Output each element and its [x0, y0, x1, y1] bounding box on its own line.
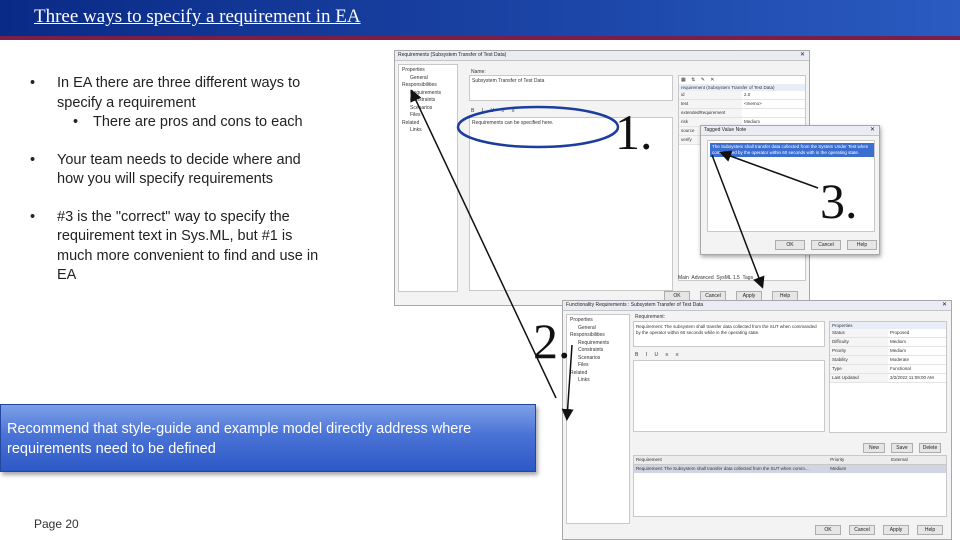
prop-row[interactable]: Difficulty Medium	[830, 338, 946, 347]
element-tree: Properties General Responsibilities Requ…	[566, 314, 630, 524]
new-button[interactable]: New	[863, 443, 885, 453]
tree-item-properties[interactable]: Properties	[570, 317, 626, 325]
requirements-table: Requirement Priority External Requiremen…	[633, 455, 947, 517]
prop-row[interactable]: Priority Medium	[830, 347, 946, 356]
tree-item-constraints[interactable]: Constraints	[570, 347, 626, 355]
tree-item-general[interactable]: General	[570, 325, 626, 333]
name-field[interactable]: Subsystem Transfer of Test Data	[469, 75, 673, 101]
props-header: Properties	[830, 322, 946, 329]
prop-row[interactable]: id 2.0	[679, 91, 805, 100]
cancel-button[interactable]: Cancel	[849, 525, 875, 535]
tree-item-files[interactable]: Files	[570, 362, 626, 370]
prop-row[interactable]: Type Functional	[830, 365, 946, 374]
bullet-item: • In EA there are three different ways t…	[30, 74, 330, 133]
bullet-item: • #3 is the "correct" way to specify the…	[30, 208, 330, 286]
tree-item-links[interactable]: Links	[570, 377, 626, 385]
page-number: Page 20	[34, 517, 79, 531]
props-header: requirement (Subsystem Transfer of Test …	[679, 84, 805, 91]
column-priority[interactable]: Priority	[828, 456, 889, 464]
bullet-dot: •	[73, 114, 79, 130]
ok-button[interactable]: OK	[775, 240, 805, 250]
element-tree: Properties General Responsibilities Requ…	[398, 64, 458, 292]
bullet-text: In EA there are three different ways to …	[57, 75, 301, 111]
tab-tags[interactable]: Tags	[743, 275, 754, 281]
slide-title: Three ways to specify a requirement in E…	[34, 6, 361, 27]
prop-row[interactable]: text <memo>	[679, 100, 805, 109]
tree-item-requirements[interactable]: Requirements	[570, 340, 626, 348]
tree-item-responsibilities[interactable]: Responsibilities	[570, 332, 626, 340]
requirement-label: Requirement:	[635, 314, 666, 320]
formatting-toolbar[interactable]: B I U ≡ ≡	[471, 108, 518, 114]
tree-item-scenarios[interactable]: Scenarios	[402, 105, 454, 113]
tab-strip[interactable]: Main Advanced SysML 1.5 Tags	[678, 275, 753, 281]
tree-item-properties[interactable]: Properties	[402, 67, 454, 75]
note-selected-text: The Subsystem shall transfer data collec…	[710, 143, 874, 157]
help-button[interactable]: Help	[917, 525, 943, 535]
table-header: Requirement Priority External	[634, 456, 946, 465]
tab-advanced[interactable]: Advanced	[691, 275, 713, 281]
bullet-text: #3 is the "correct" way to specify the r…	[57, 208, 319, 284]
tree-item-constraints[interactable]: Constraints	[402, 97, 454, 105]
label-two: 2.	[533, 313, 571, 369]
tree-item-scenarios[interactable]: Scenarios	[570, 355, 626, 363]
bullet-dot: •	[30, 151, 36, 168]
formatting-toolbar[interactable]: B I U ≡ ≡	[635, 352, 682, 358]
close-icon[interactable]: ✕	[800, 51, 805, 60]
bullet-dot: •	[30, 75, 36, 91]
prop-row[interactable]: extendedRequirement	[679, 109, 805, 118]
requirement-text: Requirement: The subsystem shall transfe…	[636, 324, 817, 335]
props-toolbar[interactable]: ▦ ⇅ ✎ ✕	[679, 76, 805, 84]
ok-button[interactable]: OK	[815, 525, 841, 535]
apply-button[interactable]: Apply	[883, 525, 909, 535]
tree-item-responsibilities[interactable]: Responsibilities	[402, 82, 454, 90]
tab-main[interactable]: Main	[678, 275, 689, 281]
properties-panel: Properties Status Proposed Difficulty Medi…	[829, 321, 947, 433]
tree-item-requirements[interactable]: Requirements	[402, 90, 454, 98]
recommendation-callout: Recommend that style-guide and example m…	[0, 404, 536, 472]
help-button[interactable]: Help	[847, 240, 877, 250]
prop-row[interactable]: Stability Moderate	[830, 356, 946, 365]
bullet-dot: •	[30, 208, 36, 225]
tree-item-related[interactable]: Related	[570, 370, 626, 378]
cell-requirement: Requirement: The Subsystem shall transfe…	[636, 466, 809, 471]
tab-sysml[interactable]: SysML 1.5	[716, 275, 739, 281]
prop-row[interactable]: Status Proposed	[830, 329, 946, 338]
header-stripe	[0, 36, 960, 40]
sub-bullet-item: • There are pros and cons to each	[57, 113, 330, 133]
label-one: 1.	[615, 104, 653, 160]
cell-external	[889, 465, 946, 473]
bullet-item: • Your team needs to decide where and ho…	[30, 151, 330, 190]
delete-button[interactable]: Delete	[919, 443, 941, 453]
tree-item-related[interactable]: Related	[402, 120, 454, 128]
prop-row[interactable]: Last Updated 3/2/2022 11:09:00 AM	[830, 374, 946, 383]
tree-item-general[interactable]: General	[402, 75, 454, 83]
bullet-text: Your team needs to decide where and how …	[57, 151, 301, 188]
column-requirement[interactable]: Requirement	[634, 456, 828, 464]
window-title: Functionality Requirements : Subsystem T…	[563, 301, 951, 311]
sub-bullet-text: There are pros and cons to each	[93, 114, 303, 130]
close-icon[interactable]: ✕	[870, 126, 875, 135]
window-title: Requirements (Subsystem Transfer of Test…	[395, 51, 809, 61]
window-title: Tagged Value Note ✕	[701, 126, 879, 136]
save-button[interactable]: Save	[891, 443, 913, 453]
close-icon[interactable]: ✕	[942, 301, 947, 310]
notes-field[interactable]	[633, 360, 825, 432]
tree-item-files[interactable]: Files	[402, 112, 454, 120]
callout-text: Recommend that style-guide and example m…	[7, 421, 472, 457]
requirement-field[interactable]: Requirement: The subsystem shall transfe…	[633, 321, 825, 347]
cancel-button[interactable]: Cancel	[811, 240, 841, 250]
cell-priority: Medium	[830, 466, 847, 471]
tree-item-links[interactable]: Links	[402, 127, 454, 135]
column-external[interactable]: External	[889, 456, 946, 464]
screenshot-2-window: Functionality Requirements : Subsystem T…	[562, 300, 952, 540]
label-three: 3.	[820, 173, 858, 229]
notes-text: Requirements can be specified here.	[472, 120, 554, 126]
name-value: Subsystem Transfer of Test Data	[472, 78, 545, 84]
table-row[interactable]: Requirement: The Subsystem shall transfe…	[634, 465, 946, 473]
bullet-list: • In EA there are three different ways t…	[30, 74, 330, 304]
